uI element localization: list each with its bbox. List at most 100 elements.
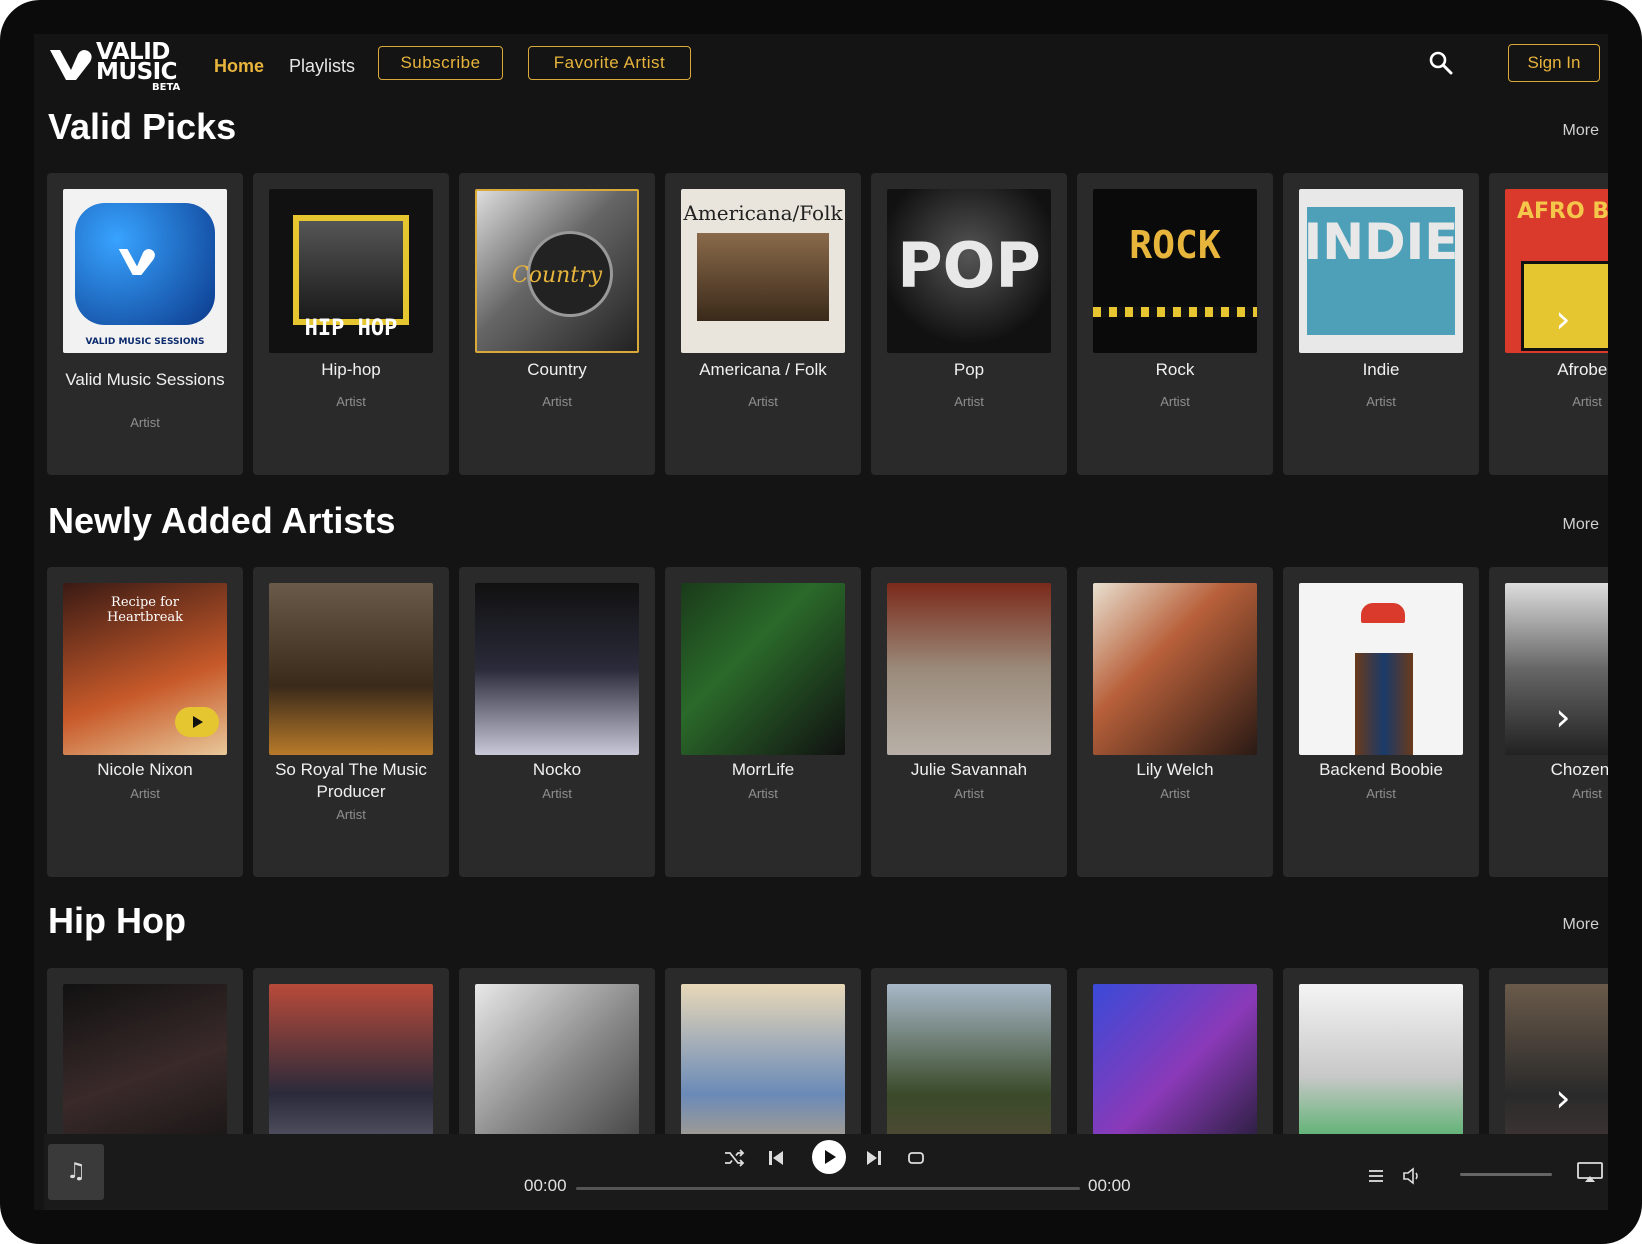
card-subtitle: Artist xyxy=(748,394,778,409)
valid-picks-row: VALID MUSIC SESSIONS Valid Music Session… xyxy=(47,173,1608,475)
card-title: So Royal The Music Producer xyxy=(275,760,427,801)
card-hip-hop-artist[interactable] xyxy=(47,968,243,1134)
card-so-royal[interactable]: So Royal The Music Producer Artist xyxy=(253,567,449,877)
card-hip-hop-artist[interactable] xyxy=(459,968,655,1134)
card-indie[interactable]: INDIE Indie Artist xyxy=(1283,173,1479,475)
newly-added-more-link[interactable]: More xyxy=(1563,516,1599,534)
card-hip-hop-artist[interactable] xyxy=(253,968,449,1134)
card-title: Nocko xyxy=(532,760,582,779)
volume-icon[interactable] xyxy=(1398,1162,1426,1190)
card-subtitle: Artist xyxy=(1366,786,1396,801)
queue-icon[interactable] xyxy=(1362,1162,1390,1190)
logo-wordmark: VALID MUSIC xyxy=(96,39,178,85)
shuffle-icon[interactable] xyxy=(720,1144,748,1172)
card-title: Hip-hop xyxy=(321,360,381,379)
search-icon[interactable] xyxy=(1428,50,1454,76)
cover-text: ROCK xyxy=(1129,223,1221,267)
chevron-right-icon[interactable]: › xyxy=(1548,697,1578,737)
card-subtitle: Artist xyxy=(130,786,160,801)
card-hip-hop-artist[interactable] xyxy=(1283,968,1479,1134)
cover-text: Recipe for Heartbreak xyxy=(106,595,184,625)
card-title: Pop xyxy=(953,360,985,379)
card-hip-hop-artist[interactable] xyxy=(665,968,861,1134)
card-subtitle: Artist xyxy=(336,394,366,409)
cast-icon[interactable] xyxy=(1574,1158,1606,1186)
section-title-valid-picks: Valid Picks xyxy=(48,106,237,147)
card-morrlife[interactable]: MorrLife Artist xyxy=(665,567,861,877)
card-subtitle: Artist xyxy=(1572,786,1602,801)
card-valid-music-sessions[interactable]: VALID MUSIC SESSIONS Valid Music Session… xyxy=(47,173,243,475)
favorite-artist-button[interactable]: Favorite Artist xyxy=(528,46,691,80)
cover-image xyxy=(1093,583,1257,755)
sign-in-button[interactable]: Sign In xyxy=(1508,44,1600,82)
play-icon xyxy=(825,1150,836,1164)
cover-image xyxy=(269,984,433,1134)
nav-home-link[interactable]: Home xyxy=(214,52,264,80)
card-subtitle: Artist xyxy=(954,786,984,801)
cover-image xyxy=(475,984,639,1134)
card-hip-hop-artist[interactable] xyxy=(871,968,1067,1134)
card-subtitle: Artist xyxy=(1572,394,1602,409)
logo-beta-label: BETA xyxy=(152,82,181,93)
card-title: Americana / Folk xyxy=(699,360,827,379)
cover-image xyxy=(887,583,1051,755)
cover-text: POP xyxy=(897,229,1041,302)
card-subtitle: Artist xyxy=(954,394,984,409)
cover-image xyxy=(681,984,845,1134)
cover-image xyxy=(269,583,433,755)
top-nav: VALID MUSIC BETA Home Playlists Subscrib… xyxy=(34,34,1608,124)
card-title: Nicole Nixon xyxy=(97,760,193,779)
hip-hop-more-link[interactable]: More xyxy=(1563,916,1599,934)
card-title: Valid Music Sessions xyxy=(65,370,225,389)
progress-bar[interactable] xyxy=(576,1187,1080,1190)
subscribe-button[interactable]: Subscribe xyxy=(378,46,503,80)
card-title: Chozen 1 xyxy=(1550,760,1608,779)
cover-image: Recipe for Heartbreak xyxy=(63,583,227,755)
cover-image xyxy=(1093,984,1257,1134)
card-title: Indie xyxy=(1362,360,1400,379)
cover-text: HIP HOP xyxy=(304,316,398,341)
card-subtitle: Artist xyxy=(336,807,366,822)
cover-text: AFRO BE xyxy=(1517,199,1608,224)
music-note-icon: ♫ xyxy=(48,1144,104,1200)
cover-image xyxy=(475,583,639,755)
card-hip-hop-artist[interactable] xyxy=(1077,968,1273,1134)
card-title: Lily Welch xyxy=(1136,760,1214,779)
cover-image xyxy=(1299,583,1463,755)
card-hip-hop[interactable]: HIP HOP Hip-hop Artist xyxy=(253,173,449,475)
card-lily-welch[interactable]: Lily Welch Artist xyxy=(1077,567,1273,877)
card-backend-boobie[interactable]: Backend Boobie Artist xyxy=(1283,567,1479,877)
cover-image: VALID MUSIC SESSIONS xyxy=(63,189,227,353)
card-nicole-nixon[interactable]: Recipe for Heartbreak Nicole Nixon Artis… xyxy=(47,567,243,877)
play-button[interactable] xyxy=(812,1140,846,1174)
card-julie-savannah[interactable]: Julie Savannah Artist xyxy=(871,567,1067,877)
cover-image: Country xyxy=(475,189,639,353)
card-americana-folk[interactable]: Americana/Folk Americana / Folk Artist xyxy=(665,173,861,475)
card-subtitle: Artist xyxy=(1160,786,1190,801)
cover-image: POP xyxy=(887,189,1051,353)
card-title: Julie Savannah xyxy=(910,760,1028,779)
section-title-hip-hop: Hip Hop xyxy=(48,900,186,941)
card-pop[interactable]: POP Pop Artist xyxy=(871,173,1067,475)
chevron-right-icon[interactable]: › xyxy=(1548,299,1578,339)
card-country[interactable]: Country Country Artist xyxy=(459,173,655,475)
volume-slider[interactable] xyxy=(1460,1173,1552,1176)
logo[interactable]: VALID MUSIC BETA xyxy=(48,39,181,94)
player-bar: ♫ 00:00 00:00 xyxy=(44,1134,1608,1210)
card-subtitle: Artist xyxy=(1160,394,1190,409)
newly-added-row: Recipe for Heartbreak Nicole Nixon Artis… xyxy=(47,567,1608,877)
valid-picks-more-link[interactable]: More xyxy=(1563,122,1599,140)
previous-icon[interactable] xyxy=(762,1144,790,1172)
cover-text: INDIE xyxy=(1303,213,1459,271)
nav-playlists-link[interactable]: Playlists xyxy=(289,52,355,80)
card-rock[interactable]: ROCK Rock Artist xyxy=(1077,173,1273,475)
chevron-right-icon[interactable]: › xyxy=(1548,1078,1578,1118)
card-title: Country xyxy=(527,360,587,379)
card-nocko[interactable]: Nocko Artist xyxy=(459,567,655,877)
repeat-icon[interactable] xyxy=(902,1144,930,1172)
card-title: MorrLife xyxy=(731,760,795,779)
hip-hop-row: › xyxy=(47,968,1608,1134)
play-icon[interactable] xyxy=(175,707,219,737)
next-icon[interactable] xyxy=(860,1144,888,1172)
card-subtitle: Artist xyxy=(748,786,778,801)
